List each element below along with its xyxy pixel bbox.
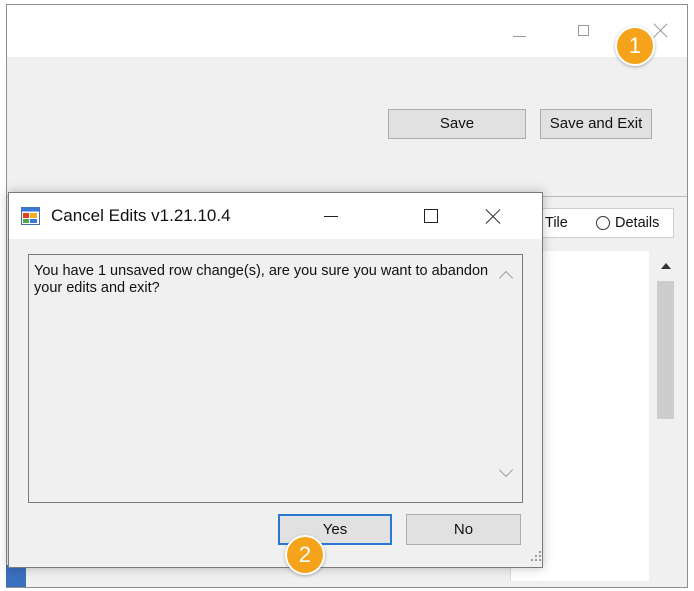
left-accent-strip [6, 565, 26, 587]
resize-grip-icon[interactable] [531, 551, 541, 561]
dialog-close-button[interactable] [471, 193, 517, 239]
main-minimize-button[interactable] [497, 5, 543, 57]
dialog-title-bar: Cancel Edits v1.21.10.4 [9, 193, 542, 239]
step-1-callout: 1 [615, 26, 655, 66]
details-radio[interactable] [596, 216, 610, 230]
tile-option-label[interactable]: Tile [545, 215, 568, 231]
scroll-thumb[interactable] [657, 281, 674, 419]
details-option-label[interactable]: Details [615, 215, 659, 231]
save-button[interactable]: Save [388, 109, 526, 139]
message-textbox[interactable]: You have 1 unsaved row change(s), are yo… [28, 254, 523, 503]
app-form-icon [21, 207, 40, 225]
no-button[interactable]: No [406, 514, 521, 545]
dialog-maximize-button[interactable] [402, 193, 448, 239]
main-toolbar: Save Save and Exit [7, 57, 687, 197]
step-2-callout: 2 [285, 535, 325, 575]
cancel-edits-dialog: Cancel Edits v1.21.10.4 You have 1 unsav… [8, 192, 543, 568]
scroll-up-arrow-icon[interactable] [661, 263, 671, 269]
dialog-minimize-button[interactable] [309, 193, 355, 239]
dialog-title: Cancel Edits v1.21.10.4 [51, 206, 231, 225]
main-maximize-button[interactable] [562, 5, 608, 57]
list-scrollbar[interactable] [649, 251, 682, 581]
chevron-up-icon[interactable] [498, 270, 514, 286]
save-and-exit-button[interactable]: Save and Exit [540, 109, 652, 139]
message-text: You have 1 unsaved row change(s), are yo… [34, 263, 489, 296]
chevron-down-icon[interactable] [498, 462, 514, 478]
main-title-bar [7, 5, 687, 57]
